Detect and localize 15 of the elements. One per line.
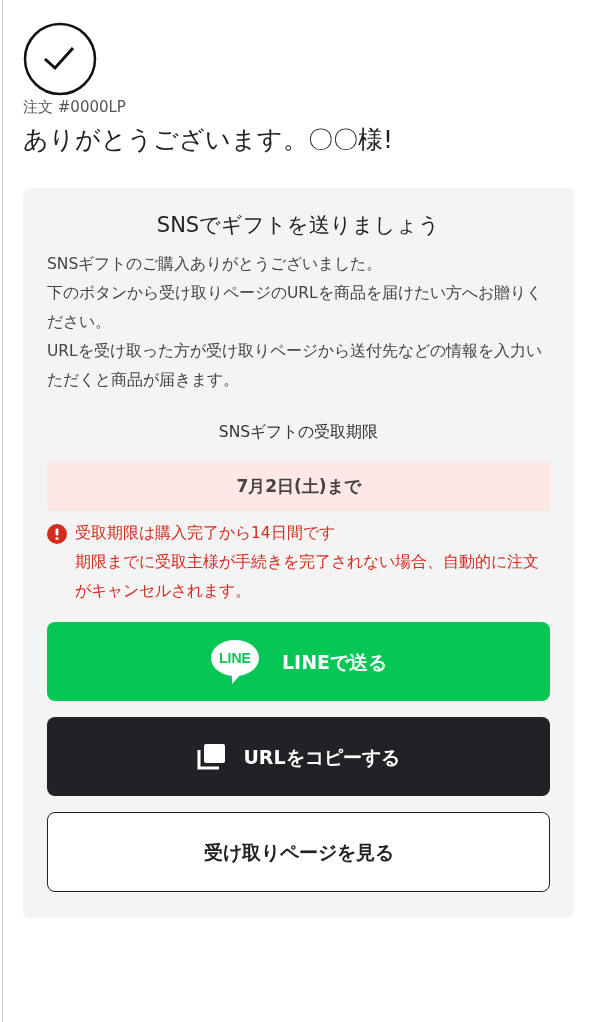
thank-you-heading: ありがとうございます。〇〇様!: [23, 123, 395, 156]
view-page-button[interactable]: 受け取りページを見る: [47, 812, 550, 893]
check-circle-icon: [23, 22, 97, 96]
deadline-date: 7月2日(土)まで: [47, 461, 550, 512]
warning-icon: [47, 524, 67, 545]
message-text: URLを受け取った方が受け取りページから送付先などの情報を入力いただくと商品が届きます。: [47, 340, 543, 391]
card-title: SNSでギフトを送りましょう: [155, 212, 442, 239]
warning-text: 受取期限は購入完了から14日間です: [75, 523, 336, 545]
message-text: SNSギフトのご購入ありがとうございました。: [47, 253, 384, 275]
copy-url-button[interactable]: URLをコピーする: [47, 717, 550, 797]
order-number: 注文 #0000LP: [23, 97, 127, 118]
copy-icon: [197, 743, 226, 770]
message-text: 下のボタンから受け取りページのURLを商品を届けたい方へお贈りください。: [47, 282, 543, 333]
warning-text: 期限までに受取主様が手続きを完了されない場合、自動的に注文がキャンセルされます。: [75, 552, 540, 603]
deadline-label: SNSギフトの受取期限: [217, 421, 380, 443]
